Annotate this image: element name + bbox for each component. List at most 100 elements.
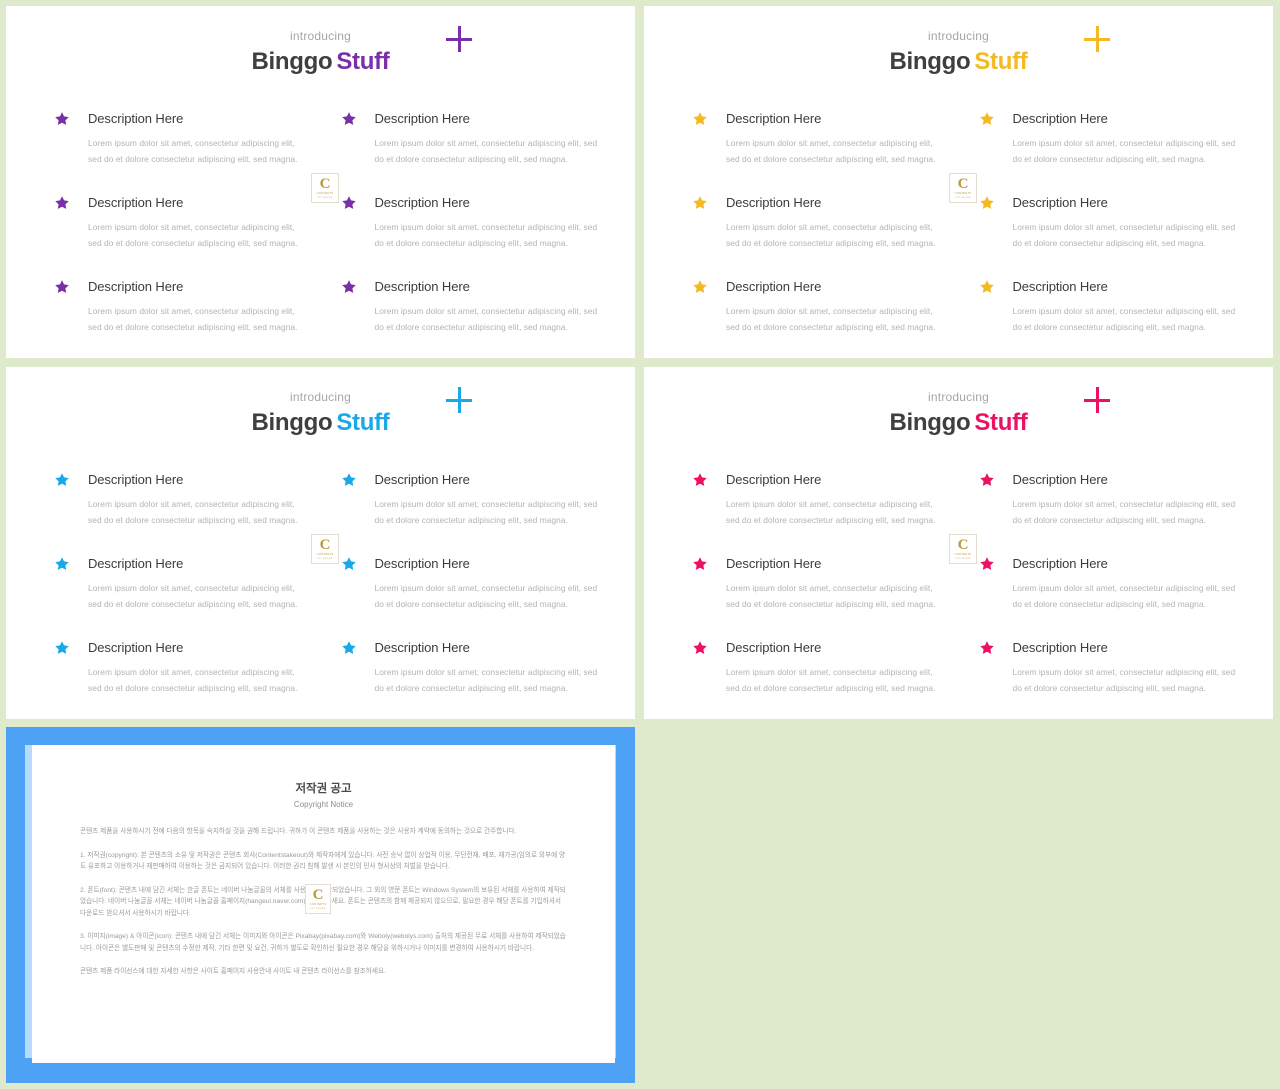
items-columns: Description Here Lorem ipsum dolor sit a…	[6, 109, 635, 335]
plus-icon	[1084, 387, 1112, 415]
star-icon	[55, 473, 69, 486]
list-item[interactable]: Description Here Lorem ipsum dolor sit a…	[341, 554, 610, 612]
list-item-title: Description Here	[88, 472, 184, 487]
logo-line-1: CONTENTS	[954, 553, 972, 557]
list-item[interactable]: Description Here Lorem ipsum dolor sit a…	[54, 470, 299, 528]
page-title: Binggo Stuff	[6, 408, 635, 438]
list-item-body: Lorem ipsum dolor sit amet, consectetur …	[1012, 667, 1236, 693]
logo-line-2: PPT DESIGN	[955, 558, 971, 561]
list-item-body: Lorem ipsum dolor sit amet, consectetur …	[374, 667, 598, 693]
list-item-title: Description Here	[374, 111, 470, 126]
page-title: Binggo Stuff	[644, 408, 1273, 438]
list-item-title: Description Here	[374, 556, 470, 571]
slide-card-purple[interactable]: introducing Binggo Stuff Description Here…	[6, 6, 635, 358]
star-icon	[693, 280, 707, 293]
slide-card-yellow[interactable]: introducing Binggo Stuff Description Here…	[644, 6, 1273, 358]
list-item[interactable]: Description Here Lorem ipsum dolor sit a…	[979, 470, 1248, 528]
plus-icon	[446, 387, 474, 415]
copyright-section: 3. 이미지(image) & 아이콘(icon): 콘텐츠 내에 담긴 서체는…	[80, 931, 567, 954]
copyright-footer: 콘텐츠 제품 라이선스에 대한 자세한 사항은 사이트 홈페이지 사용안내 사이…	[80, 968, 386, 975]
list-item[interactable]: Description Here Lorem ipsum dolor sit a…	[692, 193, 937, 251]
star-icon	[693, 112, 707, 125]
list-item[interactable]: Description Here Lorem ipsum dolor sit a…	[692, 470, 937, 528]
list-item-body: Lorem ipsum dolor sit amet, consectetur …	[374, 583, 598, 609]
list-item-title: Description Here	[1012, 279, 1108, 294]
list-item-header: Description Here	[54, 554, 299, 574]
list-item-body: Lorem ipsum dolor sit amet, consectetur …	[88, 667, 298, 693]
list-item[interactable]: Description Here Lorem ipsum dolor sit a…	[692, 554, 937, 612]
list-item-body: Lorem ipsum dolor sit amet, consectetur …	[88, 306, 298, 332]
list-item-header: Description Here	[54, 638, 299, 658]
list-item[interactable]: Description Here Lorem ipsum dolor sit a…	[54, 277, 299, 335]
list-item-body: Lorem ipsum dolor sit amet, consectetur …	[1012, 138, 1236, 164]
star-icon	[55, 557, 69, 570]
list-item[interactable]: Description Here Lorem ipsum dolor sit a…	[979, 638, 1248, 696]
brand-accent: Stuff	[336, 409, 390, 436]
star-icon	[55, 641, 69, 654]
brand-accent: Stuff	[974, 409, 1028, 436]
items-column-right: Description Here Lorem ipsum dolor sit a…	[959, 470, 1274, 696]
logo-line-1: CONTENTS	[316, 192, 334, 196]
list-item-header: Description Here	[54, 277, 299, 297]
logo-line-2: PPT DESIGN	[317, 558, 333, 561]
list-item[interactable]: Description Here Lorem ipsum dolor sit a…	[341, 109, 610, 167]
eyebrow-text: introducing	[928, 390, 989, 404]
star-icon	[55, 280, 69, 293]
list-item[interactable]: Description Here Lorem ipsum dolor sit a…	[341, 193, 610, 251]
list-item-body: Lorem ipsum dolor sit amet, consectetur …	[726, 222, 936, 248]
list-item-body: Lorem ipsum dolor sit amet, consectetur …	[374, 499, 598, 525]
items-columns: Description Here Lorem ipsum dolor sit a…	[6, 470, 635, 696]
star-icon	[979, 557, 994, 570]
items-columns: Description Here Lorem ipsum dolor sit a…	[644, 109, 1273, 335]
list-item-header: Description Here	[979, 109, 1248, 129]
items-columns: Description Here Lorem ipsum dolor sit a…	[644, 470, 1273, 696]
list-item[interactable]: Description Here Lorem ipsum dolor sit a…	[692, 277, 937, 335]
list-item-header: Description Here	[979, 193, 1248, 213]
list-item[interactable]: Description Here Lorem ipsum dolor sit a…	[979, 277, 1248, 335]
star-icon	[979, 112, 994, 125]
logo-line-1: CONTENTS	[954, 192, 972, 196]
logo-letter: C	[312, 886, 324, 903]
copyright-section-body: 본 콘텐츠의 소유 및 저작권은 콘텐츠 회사(Contentstakeout)…	[80, 851, 566, 871]
list-item-title: Description Here	[374, 279, 470, 294]
list-item-header: Description Here	[54, 193, 299, 213]
slide-card-pink[interactable]: introducing Binggo Stuff Description Here…	[644, 367, 1273, 719]
list-item[interactable]: Description Here Lorem ipsum dolor sit a…	[341, 638, 610, 696]
logo-line-2: PPT DESIGN	[955, 197, 971, 200]
star-icon	[979, 641, 994, 654]
list-item[interactable]: Description Here Lorem ipsum dolor sit a…	[341, 277, 610, 335]
list-item-header: Description Here	[692, 109, 937, 129]
list-item[interactable]: Description Here Lorem ipsum dolor sit a…	[692, 638, 937, 696]
list-item-header: Description Here	[692, 470, 937, 490]
list-item[interactable]: Description Here Lorem ipsum dolor sit a…	[692, 109, 937, 167]
list-item[interactable]: Description Here Lorem ipsum dolor sit a…	[54, 109, 299, 167]
list-item-body: Lorem ipsum dolor sit amet, consectetur …	[88, 222, 298, 248]
list-item[interactable]: Description Here Lorem ipsum dolor sit a…	[979, 554, 1248, 612]
list-item-title: Description Here	[88, 556, 184, 571]
list-item-title: Description Here	[726, 279, 822, 294]
brand-accent: Stuff	[974, 48, 1028, 75]
list-item-header: Description Here	[54, 109, 299, 129]
list-item[interactable]: Description Here Lorem ipsum dolor sit a…	[54, 638, 299, 696]
list-item-body: Lorem ipsum dolor sit amet, consectetur …	[726, 306, 936, 332]
list-item-header: Description Here	[692, 277, 937, 297]
list-item-body: Lorem ipsum dolor sit amet, consectetur …	[726, 499, 936, 525]
list-item-title: Description Here	[88, 111, 184, 126]
list-item[interactable]: Description Here Lorem ipsum dolor sit a…	[54, 554, 299, 612]
slide-header: introducing Binggo Stuff	[644, 389, 1273, 438]
list-item[interactable]: Description Here Lorem ipsum dolor sit a…	[54, 193, 299, 251]
page-title: Binggo Stuff	[6, 47, 635, 77]
list-item[interactable]: Description Here Lorem ipsum dolor sit a…	[979, 193, 1248, 251]
list-item-header: Description Here	[692, 638, 937, 658]
list-item-header: Description Here	[979, 470, 1248, 490]
list-item[interactable]: Description Here Lorem ipsum dolor sit a…	[341, 470, 610, 528]
list-item[interactable]: Description Here Lorem ipsum dolor sit a…	[979, 109, 1248, 167]
slide-card-blue[interactable]: introducing Binggo Stuff Description Here…	[6, 367, 635, 719]
list-item-header: Description Here	[341, 638, 610, 658]
copyright-subtitle: Copyright Notice	[293, 800, 354, 809]
watermark-logo: C CONTENTS PPT DESIGN	[949, 534, 977, 564]
list-item-title: Description Here	[374, 195, 470, 210]
watermark-logo: C CONTENTS PPT DESIGN	[311, 173, 339, 203]
list-item-header: Description Here	[979, 554, 1248, 574]
logo-letter: C	[957, 175, 969, 192]
